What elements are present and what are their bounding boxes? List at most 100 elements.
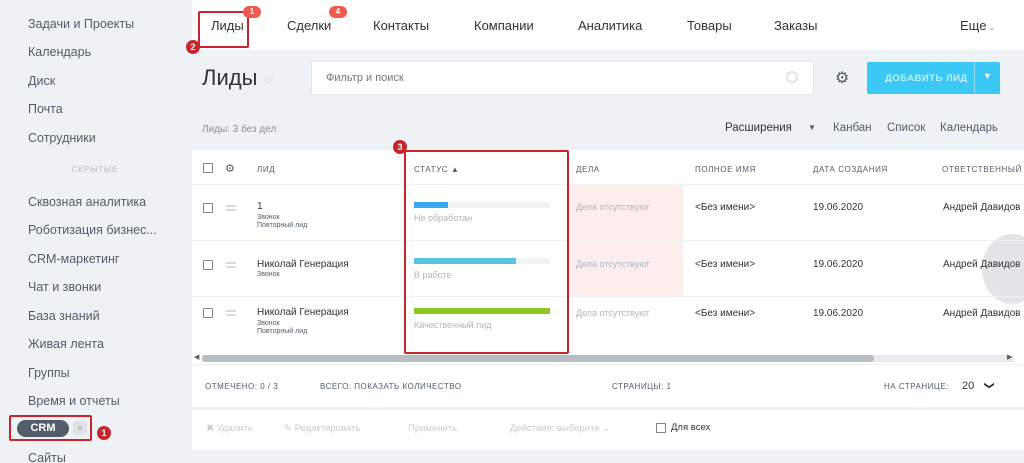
lead-source: Звонок	[257, 320, 280, 327]
sidebar-item-knowledge[interactable]: База знаний	[28, 309, 100, 323]
for-all-label: Для всех	[671, 422, 711, 433]
sidebar-item-crm[interactable]: CRM	[17, 420, 69, 437]
row-menu-icon[interactable]	[226, 310, 236, 316]
delete-label: Удалить	[216, 423, 253, 434]
marked-label: Отмечено:	[205, 382, 258, 391]
lead-source: Звонок	[257, 214, 280, 221]
tab-leads[interactable]: Лиды	[211, 18, 244, 33]
responsible[interactable]: Андрей Давидов	[943, 202, 1020, 213]
lead-tag: Повторный лид	[257, 222, 308, 229]
lead-name[interactable]: Николай Генерация	[257, 259, 349, 270]
row-checkbox[interactable]	[203, 203, 213, 213]
tab-products[interactable]: Товары	[687, 18, 732, 33]
tab-analytics[interactable]: Аналитика	[578, 18, 642, 33]
pencil-icon: ✎	[284, 423, 295, 434]
sidebar-item-crm-marketing[interactable]: CRM-маркетинг	[28, 252, 119, 266]
scroll-right-icon[interactable]: ▶	[1007, 353, 1012, 361]
sidebar-item-chat[interactable]: Чат и звонки	[28, 280, 101, 294]
for-all-checkbox[interactable]	[656, 423, 666, 433]
left-sidebar: Задачи и Проекты Календарь Диск Почта Со…	[0, 0, 190, 463]
full-name: <Без имени>	[695, 202, 756, 213]
edit-action[interactable]: ✎ Редактировать	[284, 423, 360, 434]
close-icon[interactable]: ×	[73, 421, 87, 435]
horizontal-scrollbar[interactable]	[202, 355, 1014, 362]
add-button-divider	[974, 62, 975, 94]
add-lead-button[interactable]: Добавить лид ▼	[867, 62, 1000, 94]
trash-icon: ✖	[206, 423, 217, 434]
lead-name[interactable]: Николай Генерация	[257, 307, 349, 318]
delete-action[interactable]: ✖ Удалить	[206, 423, 253, 434]
column-header-lead[interactable]: Лид	[257, 165, 275, 174]
row-menu-icon[interactable]	[226, 262, 236, 268]
extensions-menu[interactable]: Расширения	[725, 122, 792, 134]
edit-label: Редактировать	[294, 423, 361, 434]
sidebar-item-robotization[interactable]: Роботизация бизнес...	[28, 223, 157, 237]
created-date: 19.06.2020	[813, 259, 864, 270]
header-divider	[192, 184, 1024, 185]
deals-counter-badge: 4	[329, 6, 347, 18]
search-icon	[786, 71, 798, 83]
view-list[interactable]: Список	[887, 122, 925, 134]
leads-table: ⚙ Лид Статус ▲ Дела Полное имя Дата созд…	[192, 150, 1024, 364]
view-kanban[interactable]: Канбан	[833, 122, 872, 134]
gear-icon[interactable]: ⚙	[835, 68, 849, 88]
step-marker-2: 2	[186, 40, 200, 54]
more-label: Еще	[960, 18, 987, 33]
row-menu-icon[interactable]	[226, 205, 236, 211]
total-count-link[interactable]: Всего: показать количество	[320, 382, 462, 391]
sidebar-item-groups[interactable]: Группы	[28, 366, 70, 380]
lead-name[interactable]: 1	[257, 201, 263, 212]
sidebar-item-disk[interactable]: Диск	[28, 74, 55, 88]
chevron-down-icon[interactable]: ▼	[983, 71, 992, 81]
page-title: Лиды	[202, 65, 258, 90]
view-calendar[interactable]: Календарь	[940, 122, 998, 134]
marked-value: 0 / 3	[260, 382, 279, 391]
sidebar-item-mail[interactable]: Почта	[28, 102, 63, 116]
sidebar-item-time[interactable]: Время и отчеты	[28, 394, 120, 408]
sidebar-item-employees[interactable]: Сотрудники	[28, 131, 96, 145]
apply-button[interactable]: Применить	[408, 423, 457, 434]
scrollbar-thumb[interactable]	[202, 355, 874, 362]
chevron-down-icon[interactable]: ▼	[808, 123, 816, 132]
sidebar-hidden-separator[interactable]: скрытые	[70, 165, 120, 174]
actions-select[interactable]: Действия: выберите ⌄	[510, 423, 610, 434]
pages-info: Страницы: 1	[612, 382, 672, 391]
full-name: <Без имени>	[695, 259, 756, 270]
tab-companies[interactable]: Компании	[474, 18, 534, 33]
filter-search-input[interactable]	[311, 61, 814, 95]
group-actions-panel: ✖ Удалить ✎ Редактировать Применить Дейс…	[192, 410, 1024, 450]
sidebar-item-tasks[interactable]: Задачи и Проекты	[28, 17, 134, 31]
chevron-down-icon[interactable]: ❯	[984, 381, 995, 389]
tab-more[interactable]: Еще ⌄	[960, 18, 995, 33]
sidebar-item-calendar[interactable]: Календарь	[28, 45, 91, 59]
chevron-down-icon: ⌄	[599, 423, 611, 434]
column-header-deals[interactable]: Дела	[576, 165, 600, 174]
responsible[interactable]: Андрей Давидов	[943, 259, 1020, 270]
scroll-left-icon[interactable]: ◀	[194, 353, 199, 361]
gear-icon[interactable]: ⚙	[225, 162, 235, 175]
star-icon[interactable]: ☆	[262, 72, 275, 89]
lead-tag: Повторный лид	[257, 328, 308, 335]
select-all-checkbox[interactable]	[203, 163, 213, 173]
deals-value[interactable]: Дела отсутствуют	[576, 308, 650, 318]
tab-contacts[interactable]: Контакты	[373, 18, 429, 33]
add-lead-label: Добавить лид	[885, 73, 968, 84]
tab-orders[interactable]: Заказы	[774, 18, 817, 33]
sidebar-item-feed[interactable]: Живая лента	[28, 337, 104, 351]
row-checkbox[interactable]	[203, 260, 213, 270]
column-header-full-name[interactable]: Полное имя	[695, 165, 756, 174]
sidebar-item-analytics[interactable]: Сквозная аналитика	[28, 195, 146, 209]
per-page-select[interactable]: 20	[962, 380, 974, 392]
deals-value[interactable]: Дела отсутствуют	[576, 259, 650, 269]
tab-deals[interactable]: Сделки	[287, 18, 331, 33]
row-checkbox[interactable]	[203, 308, 213, 318]
column-header-date[interactable]: Дата создания	[813, 165, 888, 174]
column-header-responsible[interactable]: Ответственный	[942, 165, 1022, 174]
step-marker-1: 1	[97, 426, 111, 440]
actions-select-label: Действия: выберите	[510, 423, 600, 434]
created-date: 19.06.2020	[813, 308, 864, 319]
row-divider	[192, 240, 1024, 241]
responsible[interactable]: Андрей Давидов	[943, 308, 1020, 319]
deals-value[interactable]: Дела отсутствуют	[576, 202, 650, 212]
sidebar-item-sites[interactable]: Сайты	[28, 451, 66, 463]
